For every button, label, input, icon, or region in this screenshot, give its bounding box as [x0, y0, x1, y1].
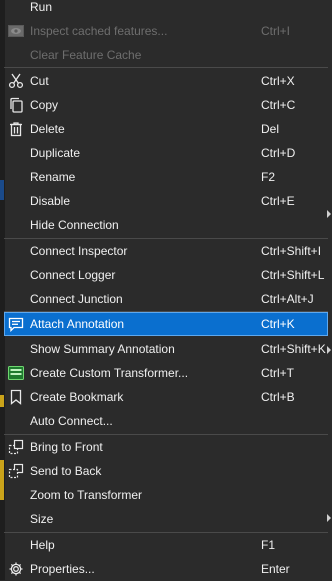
menu-item-clear-feature-cache[interactable]: Clear Feature Cache [4, 43, 328, 67]
menu-item-attach-annotation[interactable]: Attach Annotation Ctrl+K [4, 312, 328, 336]
custom-transformer-icon [8, 365, 24, 381]
menu-item-delete[interactable]: Delete Del [4, 117, 328, 141]
separator [4, 67, 328, 68]
menu-item-create-custom-transformer[interactable]: Create Custom Transformer... Ctrl+T [4, 361, 328, 385]
chevron-right-icon [327, 346, 331, 354]
menu-item-cut[interactable]: Cut Ctrl+X [4, 69, 328, 93]
menu-item-create-bookmark[interactable]: Create Bookmark Ctrl+B [4, 385, 328, 409]
menu-item-bring-to-front[interactable]: Bring to Front [4, 435, 328, 459]
menu-item-show-summary-annotation[interactable]: Show Summary Annotation Ctrl+Shift+K [4, 337, 328, 361]
menu-item-duplicate[interactable]: Duplicate Ctrl+D [4, 141, 328, 165]
copy-icon [8, 97, 24, 113]
menu-item-rename[interactable]: Rename F2 [4, 165, 328, 189]
menu-item-zoom-to-transformer[interactable]: Zoom to Transformer [4, 483, 328, 507]
menu-item-connect-inspector[interactable]: Connect Inspector Ctrl+Shift+I [4, 239, 328, 263]
menu-item-connect-junction[interactable]: Connect Junction Ctrl+Alt+J [4, 287, 328, 311]
menu-item-send-to-back[interactable]: Send to Back [4, 459, 328, 483]
annotation-icon [8, 316, 24, 332]
menu-item-hide-connection[interactable]: Hide Connection [4, 213, 328, 237]
menu-item-auto-connect[interactable]: Auto Connect... [4, 409, 328, 433]
menu-item-help[interactable]: Help F1 [4, 533, 328, 557]
menu-item-size[interactable]: Size [4, 507, 328, 531]
menu-item-disable[interactable]: Disable Ctrl+E [4, 189, 328, 213]
eye-icon [8, 23, 24, 39]
bookmark-icon [8, 389, 24, 405]
context-menu: Run Inspect cached features... Ctrl+I Cl… [0, 0, 332, 580]
scissors-icon [8, 73, 24, 89]
gear-icon [8, 561, 24, 577]
menu-item-run[interactable]: Run [4, 0, 328, 19]
send-to-back-icon [8, 463, 24, 479]
menu-item-copy[interactable]: Copy Ctrl+C [4, 93, 328, 117]
menu-item-inspect-cached-features[interactable]: Inspect cached features... Ctrl+I [4, 19, 328, 43]
menu-item-connect-logger[interactable]: Connect Logger Ctrl+Shift+L [4, 263, 328, 287]
bring-to-front-icon [8, 439, 24, 455]
chevron-right-icon [327, 210, 331, 218]
trash-icon [8, 121, 24, 137]
chevron-right-icon [327, 514, 331, 522]
menu-item-properties[interactable]: Properties... Enter [4, 557, 328, 581]
